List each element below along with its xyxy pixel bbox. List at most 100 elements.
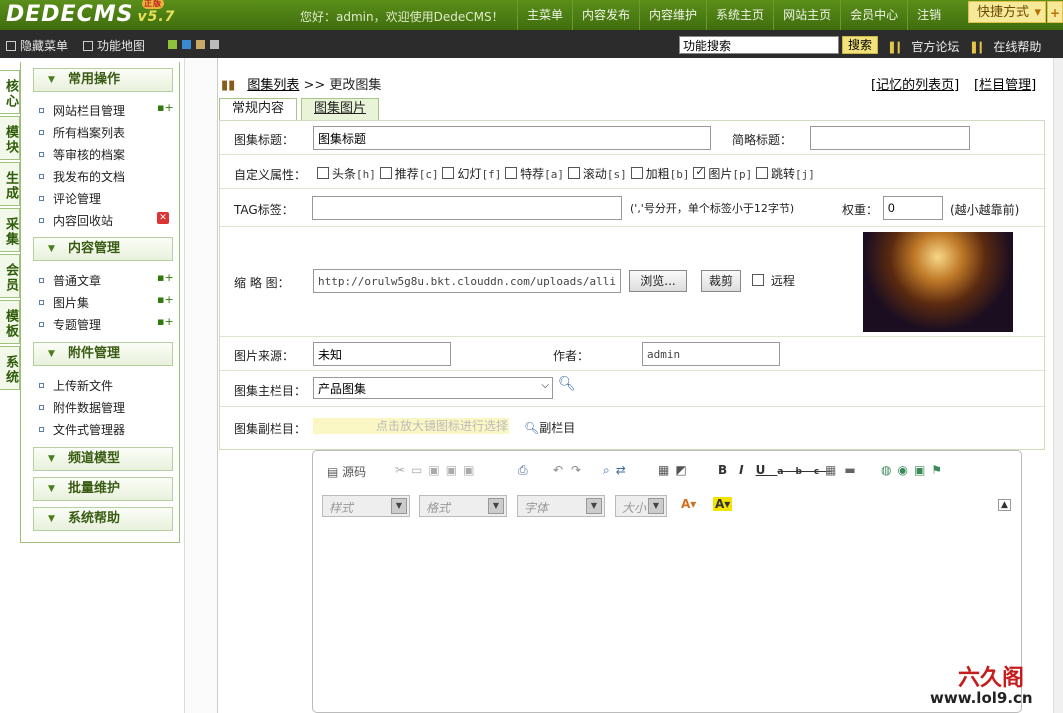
print-icon[interactable]: ⎙ bbox=[518, 463, 528, 478]
attr-jump[interactable]: 跳转[j] bbox=[756, 167, 815, 181]
crop-button[interactable]: 裁剪 bbox=[701, 270, 741, 292]
attr-bold[interactable]: 加粗[b] bbox=[630, 167, 689, 181]
quick-menu-button[interactable]: 快捷方式 ▾ bbox=[968, 1, 1046, 23]
text-color-button[interactable]: A▾ bbox=[681, 497, 696, 511]
clipboard-icons[interactable]: ✂▭▣▣▣ bbox=[395, 463, 480, 477]
table-hr-icons[interactable]: ▦▬ bbox=[825, 463, 864, 477]
sidebar-item[interactable]: 普通文章 ▪+ bbox=[39, 271, 174, 289]
main-column-select[interactable]: 产品图集 ⌵ bbox=[313, 377, 553, 399]
logo: DEDECMS v5.7 正版 bbox=[6, 0, 176, 27]
weight-input[interactable] bbox=[883, 196, 943, 220]
attr-slide[interactable]: 幻灯[f] bbox=[442, 167, 501, 181]
sidebar-item[interactable]: 附件数据管理 bbox=[39, 399, 125, 416]
tab-gallery-images[interactable]: 图集图片 bbox=[301, 98, 379, 120]
collapse-toolbar-icon[interactable]: ▲ bbox=[998, 499, 1011, 511]
nav-content-maintain[interactable]: 内容维护 bbox=[639, 0, 706, 30]
source-button[interactable]: ▤ 源码 bbox=[327, 463, 366, 480]
forum-link[interactable]: ▌▎ 官方论坛 bbox=[890, 38, 959, 55]
nav-member-center[interactable]: 会员中心 bbox=[840, 0, 907, 30]
media-icons[interactable]: ◍◉▣⚑ bbox=[881, 463, 948, 477]
source-input[interactable] bbox=[313, 342, 451, 366]
ltab-module[interactable]: 模块 bbox=[0, 116, 20, 160]
search-button[interactable]: 搜索 bbox=[842, 36, 878, 54]
breadcrumb-list-link[interactable]: 图集列表 bbox=[247, 78, 299, 93]
undo-redo-icons[interactable]: ↶↷ bbox=[553, 463, 589, 477]
attr-recommend[interactable]: 推荐[c] bbox=[379, 167, 439, 181]
sidebar-item[interactable]: 所有档案列表 bbox=[39, 124, 125, 141]
sidebar-group-batch[interactable]: ▼ 批量维护 bbox=[33, 477, 173, 501]
panel-icon bbox=[6, 41, 16, 51]
magnifier-icon[interactable]: 🔍︎ bbox=[558, 376, 576, 392]
clear-recycle-icon[interactable]: ✕ bbox=[157, 212, 169, 224]
sidebar-item[interactable]: 专题管理 ▪+ bbox=[39, 315, 174, 333]
sidebar-item[interactable]: 图片集 ▪+ bbox=[39, 293, 174, 311]
weight-label: 权重： bbox=[842, 203, 879, 217]
function-search-input[interactable] bbox=[679, 36, 839, 54]
add-icon[interactable]: ▪+ bbox=[157, 271, 174, 284]
nav-system-home[interactable]: 系统主页 bbox=[706, 0, 773, 30]
format-buttons[interactable]: BIUabc bbox=[718, 463, 831, 477]
sidebar-item[interactable]: 等审核的档案 bbox=[39, 146, 125, 163]
find-replace-icons[interactable]: ⌕⇄ bbox=[603, 463, 632, 478]
short-title-input[interactable] bbox=[810, 126, 970, 150]
sidebar-item[interactable]: 内容回收站 ✕ bbox=[39, 212, 169, 229]
help-link[interactable]: ▌▎ 在线帮助 bbox=[972, 38, 1041, 55]
add-icon[interactable]: ▪+ bbox=[157, 101, 174, 114]
breadcrumb: ▮▮ 图集列表 >> 更改图集 bbox=[221, 78, 382, 93]
nav-main-menu[interactable]: 主菜单 bbox=[517, 0, 572, 30]
ltab-collect[interactable]: 采集 bbox=[0, 208, 20, 252]
browse-button[interactable]: 浏览... bbox=[629, 270, 687, 292]
skin-green-icon[interactable] bbox=[168, 40, 177, 49]
ltab-member[interactable]: 会员 bbox=[0, 254, 20, 298]
attr-scroll[interactable]: 滚动[s] bbox=[567, 167, 627, 181]
sidebar-group-common[interactable]: ▼ 常用操作 bbox=[33, 68, 173, 92]
tab-general[interactable]: 常规内容 bbox=[219, 98, 297, 120]
sidebar-item[interactable]: 评论管理 bbox=[39, 190, 101, 207]
source-icon: ▤ bbox=[327, 465, 339, 479]
quick-add-button[interactable]: + bbox=[1047, 1, 1063, 23]
site-map-button[interactable]: 功能地图 bbox=[83, 37, 145, 54]
add-icon[interactable]: ▪+ bbox=[157, 315, 174, 328]
format-select[interactable]: 格式 ▼ bbox=[419, 495, 507, 517]
font-select[interactable]: 字体 ▼ bbox=[517, 495, 605, 517]
top-header: DEDECMS v5.7 正版 您好：admin，欢迎使用DedeCMS！ 主菜单 … bbox=[0, 0, 1063, 30]
attr-special[interactable]: 特荐[a] bbox=[505, 167, 564, 181]
add-icon[interactable]: ▪+ bbox=[157, 293, 174, 306]
skin-blue-icon[interactable] bbox=[182, 40, 191, 49]
scrollbar[interactable] bbox=[1053, 58, 1063, 713]
tag-input[interactable] bbox=[312, 196, 622, 220]
sidebar-group-channel[interactable]: ▼ 频道模型 bbox=[33, 447, 173, 471]
sidebar-item[interactable]: 我发布的文档 bbox=[39, 168, 125, 185]
ltab-generate[interactable]: 生成 bbox=[0, 162, 20, 206]
column-manage-link[interactable]: [栏目管理] bbox=[974, 74, 1036, 93]
size-select[interactable]: 大小 ▼ bbox=[615, 495, 667, 517]
thumb-url-input[interactable] bbox=[313, 269, 621, 293]
remote-checkbox[interactable]: 远程 bbox=[752, 272, 795, 289]
style-select[interactable]: 样式 ▼ bbox=[322, 495, 410, 517]
nav-content-publish[interactable]: 内容发布 bbox=[572, 0, 639, 30]
ltab-core[interactable]: 核心 bbox=[0, 70, 20, 114]
nav-logout[interactable]: 注销 bbox=[907, 0, 950, 30]
title-input[interactable] bbox=[313, 126, 711, 150]
triangle-down-icon: ▼ bbox=[48, 75, 55, 85]
ltab-system[interactable]: 系统 bbox=[0, 346, 20, 390]
sidebar-item[interactable]: 网站栏目管理 ▪+ bbox=[39, 101, 174, 119]
remember-list-link[interactable]: [记忆的列表页] bbox=[871, 74, 959, 93]
bg-color-button[interactable]: A▾ bbox=[713, 497, 733, 511]
attr-image[interactable]: 图片[p] bbox=[693, 165, 752, 181]
author-input[interactable] bbox=[642, 342, 780, 366]
sidebar-item[interactable]: 上传新文件 bbox=[39, 377, 113, 394]
skin-gray-icon[interactable] bbox=[210, 40, 219, 49]
sidebar-item[interactable]: 文件式管理器 bbox=[39, 421, 125, 438]
row-title: 图集标题： 简略标题： bbox=[220, 121, 1046, 155]
hide-menu-button[interactable]: 隐藏菜单 bbox=[6, 37, 68, 54]
sidebar-group-help[interactable]: ▼ 系统帮助 bbox=[33, 507, 173, 531]
ltab-template[interactable]: 模板 bbox=[0, 300, 20, 344]
nav-site-home[interactable]: 网站主页 bbox=[773, 0, 840, 30]
skin-brown-icon[interactable] bbox=[196, 40, 205, 49]
attr-headline[interactable]: 头条[h] bbox=[317, 167, 376, 181]
select-all-eraser-icons[interactable]: ▦◩ bbox=[658, 463, 693, 477]
sub-column-link[interactable]: 🔍︎副栏目 bbox=[524, 419, 575, 436]
sidebar-group-attachment[interactable]: ▼ 附件管理 bbox=[33, 342, 173, 366]
sidebar-group-content[interactable]: ▼ 内容管理 bbox=[33, 237, 173, 261]
